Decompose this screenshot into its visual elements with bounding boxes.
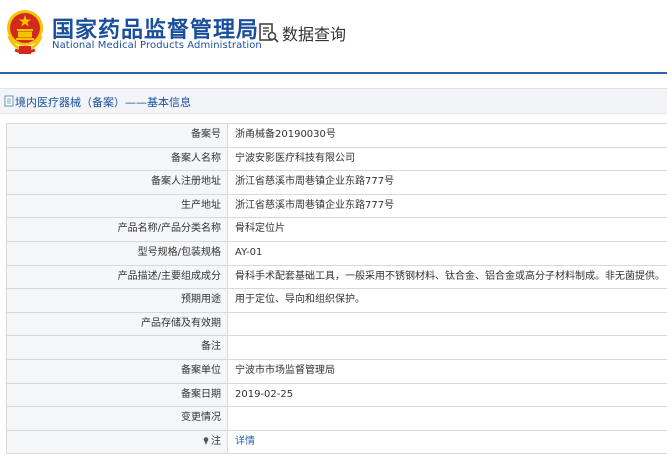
field-value: AY-01 [235,246,263,258]
breadcrumb-text: 境内医疗器械（备案）——基本信息 [15,96,191,109]
site-header: 国家药品监督管理局 National Medical Products Admi… [0,0,667,72]
field-label: 型号规格/包装规格 [6,241,228,265]
field-value: 宁波安影医疗科技有限公司 [235,152,355,164]
field-value: 骨科手术配套基础工具，一般采用不锈钢材料、钛合金、铝合金或高分子材料制成。非无菌… [235,270,665,282]
table-row: 注 详情 [6,430,667,455]
field-value: 浙甬械备20190030号 [235,129,336,140]
pin-icon [203,436,209,445]
field-value [228,336,667,359]
table-row: 备案人名称 宁波安影医疗科技有限公司 [6,147,667,172]
table-row: 备案日期 2019-02-25 [6,383,667,408]
table-row: 备案人注册地址 浙江省慈溪市周巷镇企业东路777号 [6,171,667,195]
field-value: 浙江省慈溪市周巷镇企业东路777号 [235,176,395,188]
field-label: 备案人名称 [6,147,228,171]
field-label: 生产地址 [6,194,228,218]
field-value: 浙江省慈溪市周巷镇企业东路777号 [235,199,395,211]
field-value [228,407,667,430]
table-row: 备案单位 宁波市市场监督管理局 [6,359,667,384]
detail-table: 备案号 浙甬械备20190030号 备案人名称 宁波安影医疗科技有限公司 备案人… [6,123,667,455]
document-icon [4,95,14,107]
national-emblem-icon [7,10,43,54]
field-label: 变更情况 [6,407,228,430]
table-row: 变更情况 [6,407,667,431]
header-divider [0,72,667,74]
details-link[interactable]: 详情 [228,431,667,454]
field-value: 宁波市市场监督管理局 [235,364,335,376]
field-value: 2019-02-25 [235,388,294,400]
field-label: 产品存储及有效期 [6,312,228,336]
table-row: 备注 [6,336,667,360]
note-label: 注 [211,435,221,447]
agency-name-en: National Medical Products Administration [52,40,262,51]
field-label: 备案单位 [6,359,228,383]
field-label: 产品描述/主要组成成分 [6,265,228,289]
breadcrumb: 境内医疗器械（备案）——基本信息 [0,88,667,114]
page-title: 数据查询 [282,25,347,44]
field-label: 备案号 [6,124,228,147]
field-label: 预期用途 [6,289,228,312]
table-row: 预期用途 用于定位、导向和组织保护。 [6,289,667,313]
field-label: 备注 [6,336,228,359]
field-value: 骨科定位片 [235,223,285,235]
table-row: 生产地址 浙江省慈溪市周巷镇企业东路777号 [6,194,667,219]
search-document-icon [259,23,279,43]
field-label: 备案人注册地址 [6,171,228,194]
field-value: 用于定位、导向和组织保护。 [235,294,365,306]
field-label: 产品名称/产品分类名称 [6,218,228,241]
table-row: 产品描述/主要组成成分 骨科手术配套基础工具，一般采用不锈钢材料、钛合金、铝合金… [6,265,667,290]
field-label: 备案日期 [6,383,228,407]
table-row: 型号规格/包装规格 AY-01 [6,241,667,266]
field-value [228,313,667,336]
table-row: 产品名称/产品分类名称 骨科定位片 [6,218,667,242]
table-row: 备案号 浙甬械备20190030号 [6,124,667,148]
table-row: 产品存储及有效期 [6,312,667,337]
field-label: 注 [6,430,228,454]
